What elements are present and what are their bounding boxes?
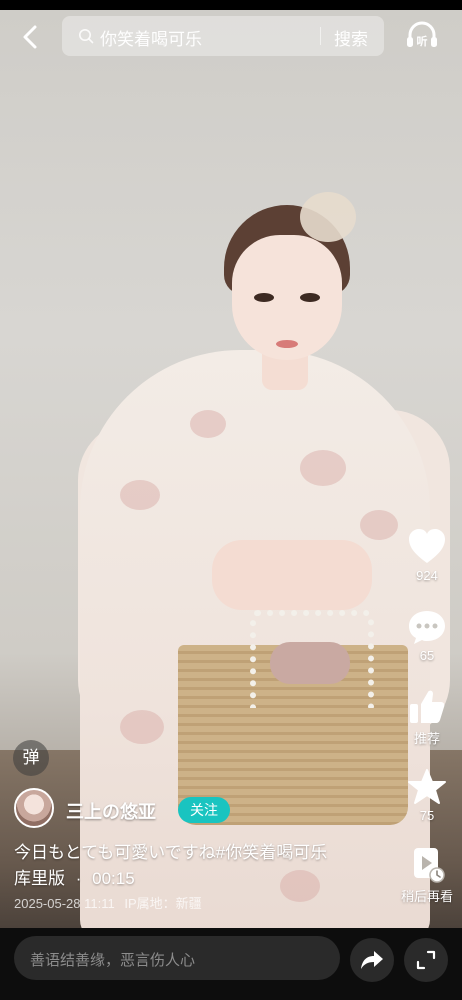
- star-icon: [408, 769, 446, 804]
- favorite-button[interactable]: 75: [395, 768, 459, 823]
- author-avatar[interactable]: [14, 788, 54, 828]
- recommend-button[interactable]: 推荐: [395, 688, 459, 747]
- search-button[interactable]: 搜索: [334, 25, 368, 50]
- kimono-flower: [190, 410, 226, 438]
- search-divider: [320, 27, 321, 45]
- author-name[interactable]: 三上の悠亚: [66, 798, 156, 824]
- follow-button[interactable]: 关注: [178, 797, 230, 823]
- video-duration: 00:15: [92, 869, 135, 888]
- comment-button[interactable]: 65: [395, 608, 459, 663]
- kimono-flower: [120, 710, 164, 744]
- video-frame[interactable]: [0, 10, 462, 940]
- kimono-flower: [120, 480, 160, 510]
- video-screen: 你笑着喝可乐 搜索 听 924 65 推荐 75 稍后再看 弹 三上の悠亚 关注…: [0, 0, 462, 1000]
- post-meta: 2025-05-28 11:11 IP属地：新疆: [14, 893, 202, 912]
- caption-line-1: 今日もとても可愛いですね#你笑着喝可乐: [14, 843, 328, 862]
- chevron-left-icon: [23, 25, 37, 49]
- listen-label: 听: [416, 36, 428, 48]
- ip-location: IP属地：新疆: [124, 896, 202, 911]
- basket-handle: [250, 610, 374, 708]
- like-count: 924: [416, 568, 438, 583]
- like-button[interactable]: 924: [395, 528, 459, 583]
- heart-icon: [409, 529, 445, 563]
- danmu-toggle-button[interactable]: 弹: [13, 740, 49, 776]
- kimono-flower: [360, 510, 398, 540]
- caption-line-2: 库里版 · 00:15: [14, 866, 354, 892]
- eye-left: [254, 293, 274, 302]
- bottom-bar: 善语结善缘，恶言伤人心: [0, 928, 462, 1000]
- back-button[interactable]: [16, 22, 46, 52]
- fullscreen-button[interactable]: [404, 938, 448, 982]
- watch-later-icon: [414, 848, 445, 883]
- watch-later-label: 稍后再看: [400, 889, 453, 904]
- favorite-count: 75: [419, 808, 435, 823]
- post-date: 2025-05-28 11:11: [14, 896, 115, 911]
- search-input[interactable]: 你笑着喝可乐: [100, 25, 202, 50]
- share-button[interactable]: [350, 938, 394, 982]
- eye-right: [300, 293, 320, 302]
- status-bar: [0, 0, 462, 10]
- hair-ornament: [300, 192, 356, 242]
- lips: [276, 340, 298, 348]
- search-icon: [79, 29, 94, 44]
- listen-button[interactable]: 听: [404, 18, 440, 54]
- watch-later-button[interactable]: 稍后再看: [395, 846, 459, 905]
- comment-placeholder: 善语结善缘，恶言伤人心: [30, 952, 196, 969]
- kimono-flower: [300, 450, 346, 486]
- comment-count: 65: [419, 648, 435, 663]
- thumbs-up-icon: [410, 690, 445, 723]
- comment-bubble-icon: [409, 611, 445, 644]
- caption-line-2-text: 库里版: [14, 869, 65, 888]
- recommend-label: 推荐: [413, 731, 440, 746]
- duration-separator: ·: [75, 869, 82, 888]
- danmu-label: 弹: [22, 748, 40, 767]
- share-arrow-icon: [361, 951, 383, 969]
- video-caption[interactable]: 今日もとても可愛いですね#你笑着喝可乐 库里版 · 00:15: [14, 840, 354, 892]
- comment-input[interactable]: 善语结善缘，恶言伤人心: [14, 936, 340, 980]
- hands-shape: [212, 540, 372, 610]
- expand-icon: [416, 950, 436, 970]
- search-bar[interactable]: 你笑着喝可乐 搜索: [62, 16, 384, 56]
